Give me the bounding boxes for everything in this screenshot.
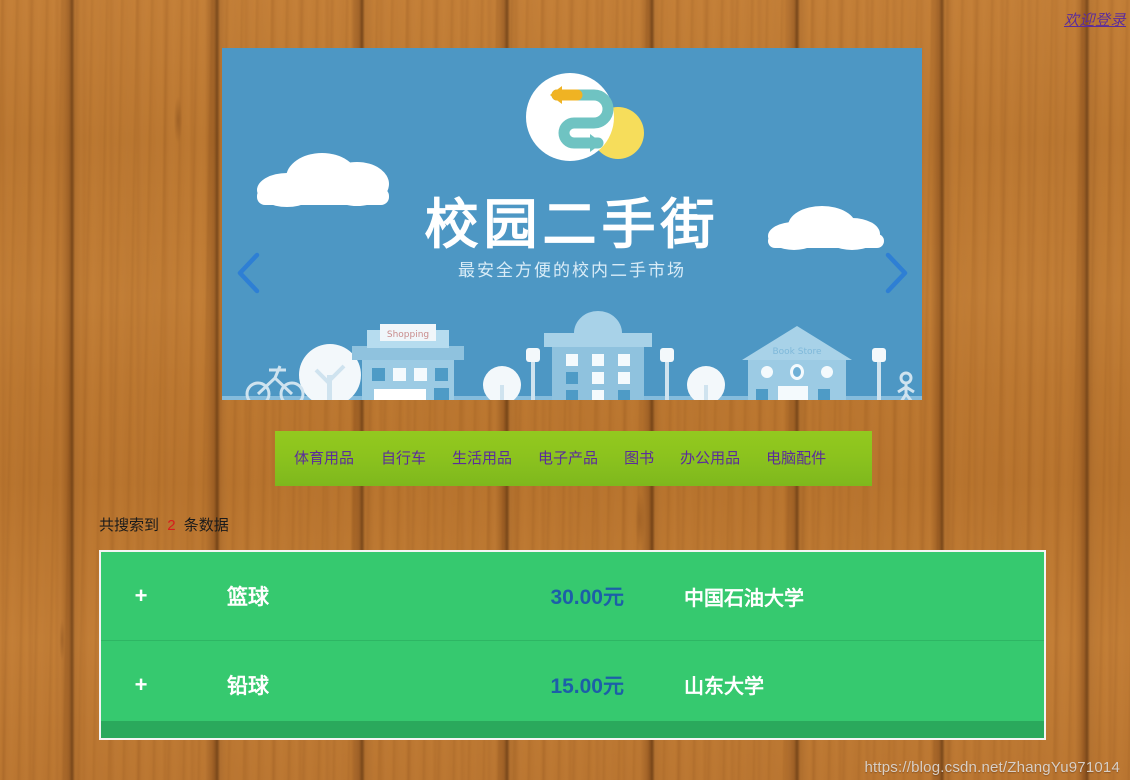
results-row-list: + 篮球 30.00元 中国石油大学 + 铅球 15.00元 山东大学: [101, 552, 1044, 728]
carousel-prev-button[interactable]: [228, 243, 268, 303]
product-name: 篮球: [227, 586, 269, 609]
add-to-cart-icon[interactable]: +: [101, 583, 181, 609]
category-link-2[interactable]: 生活用品: [439, 431, 525, 486]
category-link-0[interactable]: 体育用品: [294, 431, 368, 486]
banner-title-text: 校园二手街: [425, 193, 720, 256]
welcome-login-link[interactable]: 欢迎登录: [1064, 9, 1126, 30]
book-store-sign-text: Book Store: [772, 347, 822, 357]
category-link-1[interactable]: 自行车: [368, 431, 439, 486]
category-link-5[interactable]: 办公用品: [667, 431, 753, 486]
result-count-number: 2: [167, 517, 176, 534]
product-school: 山东大学: [684, 676, 764, 698]
results-panel-footer: [101, 721, 1044, 738]
carousel-next-button[interactable]: [876, 243, 916, 303]
result-count-suffix: 条数据: [183, 517, 229, 534]
shopping-mall-building: Shopping: [352, 324, 464, 400]
category-link-3[interactable]: 电子产品: [525, 431, 611, 486]
banner-illustration: 校园二手街 最安全方便的校内二手市场 Shopping Book Store: [222, 48, 922, 400]
category-link-6[interactable]: 电脑配件: [753, 431, 839, 486]
product-name: 铅球: [227, 674, 269, 698]
top-bar: 欢迎登录: [0, 0, 1130, 36]
category-link-4[interactable]: 图书: [611, 431, 667, 486]
shopping-sign-text: Shopping: [387, 330, 429, 340]
banner-subtitle-text: 最安全方便的校内二手市场: [458, 261, 686, 281]
search-result-count: 共搜索到 2 条数据: [99, 514, 229, 535]
chevron-right-icon: [885, 252, 908, 294]
hero-banner-carousel[interactable]: 校园二手街 最安全方便的校内二手市场 Shopping Book Store: [222, 48, 922, 400]
category-nav-bar: 体育用品 自行车 生活用品 电子产品 图书 办公用品 电脑配件: [275, 431, 872, 486]
product-school: 中国石油大学: [684, 587, 804, 610]
chevron-left-icon: [237, 252, 260, 294]
search-results-panel: + 篮球 30.00元 中国石油大学 + 铅球 15.00元 山东大学: [99, 550, 1046, 740]
product-price: 30.00元: [550, 586, 624, 609]
result-count-prefix: 共搜索到: [99, 517, 160, 534]
product-price: 15.00元: [550, 674, 624, 698]
add-to-cart-icon[interactable]: +: [101, 672, 181, 698]
table-row[interactable]: + 铅球 15.00元 山东大学: [101, 640, 1044, 728]
blog-watermark: https://blog.csdn.net/ZhangYu971014: [864, 759, 1120, 776]
table-row[interactable]: + 篮球 30.00元 中国石油大学: [101, 552, 1044, 640]
